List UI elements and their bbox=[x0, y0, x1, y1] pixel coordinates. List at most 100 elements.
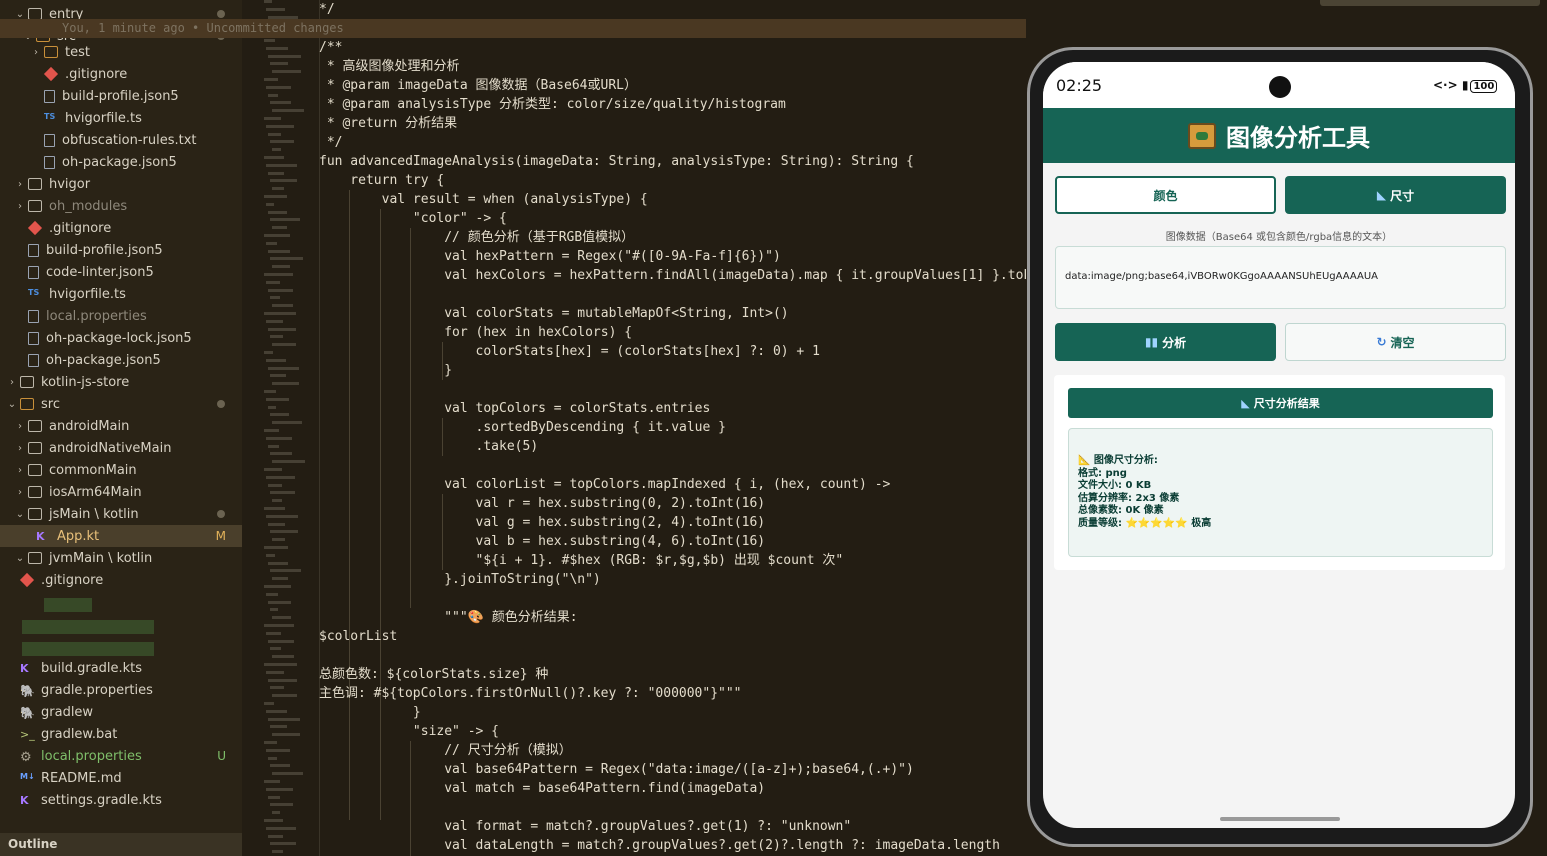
minimap-line bbox=[268, 561, 288, 565]
result-line: 文件大小: 0 KB bbox=[1078, 480, 1152, 491]
minimap-line bbox=[270, 413, 289, 417]
battery-icon: 100 bbox=[1470, 80, 1498, 93]
minimap-line bbox=[272, 187, 284, 191]
code-line: /** bbox=[319, 40, 343, 55]
tree-item[interactable]: TS hvigorfile.ts bbox=[0, 107, 242, 129]
minimap-line bbox=[272, 148, 281, 152]
breadcrumb-tab[interactable] bbox=[1320, 0, 1540, 6]
chevron-right-icon: › bbox=[18, 200, 22, 212]
code-line: return try { bbox=[319, 173, 445, 188]
tree-item-label: commonMain bbox=[49, 462, 137, 478]
minimap-line bbox=[264, 507, 285, 510]
minimap-line bbox=[270, 491, 295, 495]
minimap-line bbox=[266, 631, 281, 635]
tree-item[interactable]: › commonMain bbox=[0, 459, 242, 481]
tree-item[interactable]: TS hvigorfile.ts bbox=[0, 283, 242, 305]
minimap-line bbox=[266, 553, 275, 557]
tree-item[interactable]: Ksettings.gradle.kts bbox=[0, 789, 242, 811]
tree-item[interactable]: oh-package.json5 bbox=[0, 349, 242, 371]
minimap-line bbox=[264, 819, 283, 822]
chart-icon: ▮▮ bbox=[1144, 335, 1159, 349]
minimap-line bbox=[264, 0, 272, 3]
kotlin-icon: K bbox=[20, 662, 29, 675]
minimap-line bbox=[264, 741, 277, 744]
tree-item[interactable]: K App.kt M bbox=[0, 525, 242, 547]
minimap-line bbox=[268, 132, 281, 136]
tree-item[interactable]: obfuscation-rules.txt bbox=[0, 129, 242, 151]
tree-item[interactable]: build-profile.json5 bbox=[0, 239, 242, 261]
minimap-line bbox=[266, 592, 278, 596]
modified-dot-icon bbox=[217, 400, 225, 408]
minimap-line bbox=[266, 202, 274, 206]
tree-item[interactable]: ⌄ jvmMain \ kotlin bbox=[0, 547, 242, 569]
tree-item-label: .gitignore bbox=[49, 220, 112, 236]
chevron-right-icon: › bbox=[18, 178, 22, 190]
minimap-line bbox=[270, 764, 290, 768]
tree-item[interactable]: build-profile.json5 bbox=[0, 85, 242, 107]
size-mode-button[interactable]: ◣ 尺寸 bbox=[1285, 176, 1506, 214]
tree-item[interactable]: .gitignore bbox=[0, 217, 242, 239]
minimap-line bbox=[264, 156, 284, 159]
code-line: val format = match?.groupValues?.get(1) … bbox=[319, 819, 852, 834]
tree-item[interactable]: oh-package-lock.json5 bbox=[0, 327, 242, 349]
code-line: val colorList = topColors.mapIndexed { i… bbox=[319, 477, 891, 492]
code-line: */ bbox=[319, 135, 343, 150]
git-status-badge: M bbox=[215, 529, 226, 543]
tree-item[interactable]: ⌄ jsMain \ kotlin bbox=[0, 503, 242, 525]
minimap-line bbox=[264, 585, 291, 588]
image-data-input[interactable]: data:image/png;base64,iVBORw0KGgoAAAANSU… bbox=[1055, 246, 1506, 309]
tree-item[interactable]: M↓ README.md bbox=[0, 767, 242, 789]
tree-item[interactable]: Kbuild.gradle.kts bbox=[0, 657, 242, 679]
color-mode-button[interactable]: 颜色 bbox=[1055, 176, 1276, 214]
terminal-icon: >_ bbox=[20, 728, 35, 741]
minimap-line bbox=[268, 54, 301, 58]
tree-item[interactable]: >_ gradlew.bat bbox=[0, 723, 242, 745]
tree-item[interactable]: › androidNativeMain bbox=[0, 437, 242, 459]
analyze-button[interactable]: ▮▮ 分析 bbox=[1055, 323, 1276, 361]
minimap[interactable] bbox=[242, 0, 306, 856]
minimap-line bbox=[272, 70, 301, 74]
kotlin-icon: K bbox=[20, 794, 29, 807]
folder-icon bbox=[28, 508, 42, 520]
minimap-line bbox=[270, 296, 280, 300]
outline-panel-header[interactable]: Outline bbox=[0, 833, 242, 856]
code-line: fun advancedImageAnalysis(imageData: Str… bbox=[319, 154, 914, 169]
tree-item[interactable]: › kotlin-js-store bbox=[0, 371, 242, 393]
tree-item[interactable]: › hvigor bbox=[0, 173, 242, 195]
tree-item[interactable]: local.properties bbox=[0, 305, 242, 327]
tree-item-label: gradle.properties bbox=[41, 682, 153, 698]
clear-button[interactable]: ↻ 清空 bbox=[1285, 323, 1506, 361]
modified-dot-icon bbox=[217, 510, 225, 518]
gear-icon: ⚙ bbox=[20, 750, 32, 765]
code-line: val hexColors = hexPattern.findAll(image… bbox=[319, 268, 1026, 283]
minimap-line bbox=[268, 249, 290, 253]
minimap-line bbox=[266, 7, 285, 11]
tree-item[interactable]: › androidMain bbox=[0, 415, 242, 437]
tree-item[interactable]: › oh_modules bbox=[0, 195, 242, 217]
tree-item-label: .gitignore bbox=[65, 66, 128, 82]
chevron-right-icon: › bbox=[18, 442, 22, 454]
minimap-line bbox=[268, 678, 297, 682]
tree-item[interactable]: code-linter.json5 bbox=[0, 261, 242, 283]
tree-item[interactable]: .gitignore bbox=[0, 63, 242, 85]
tree-item[interactable]: ⚙ local.properties U bbox=[0, 745, 242, 767]
folder-icon bbox=[28, 178, 42, 190]
tree-item[interactable]: › iosArm64Main bbox=[0, 481, 242, 503]
tree-item[interactable]: › test bbox=[0, 41, 242, 63]
code-line: "${i + 1}. #$hex (RGB: $r,$g,$b) 出现 $cou… bbox=[319, 553, 844, 568]
tree-item-label: src bbox=[41, 396, 60, 412]
tree-item[interactable]: .gitignore bbox=[0, 569, 242, 591]
home-indicator[interactable] bbox=[1220, 817, 1340, 821]
tree-item[interactable]: 🐘 gradlew bbox=[0, 701, 242, 723]
tree-item[interactable]: oh-package.json5 bbox=[0, 151, 242, 173]
code-line: }.joinToString("\n") bbox=[319, 572, 601, 587]
tree-item[interactable]: 🐘 gradle.properties bbox=[0, 679, 242, 701]
tree-item-label: obfuscation-rules.txt bbox=[62, 132, 197, 148]
code-line: val result = when (analysisType) { bbox=[319, 192, 648, 207]
tree-item-label: test bbox=[65, 44, 90, 60]
minimap-line bbox=[270, 257, 303, 261]
minimap-line bbox=[268, 639, 294, 643]
tree-item-label: App.kt bbox=[57, 528, 100, 544]
tree-item[interactable]: ⌄ src bbox=[0, 393, 242, 415]
minimap-line bbox=[270, 452, 292, 456]
